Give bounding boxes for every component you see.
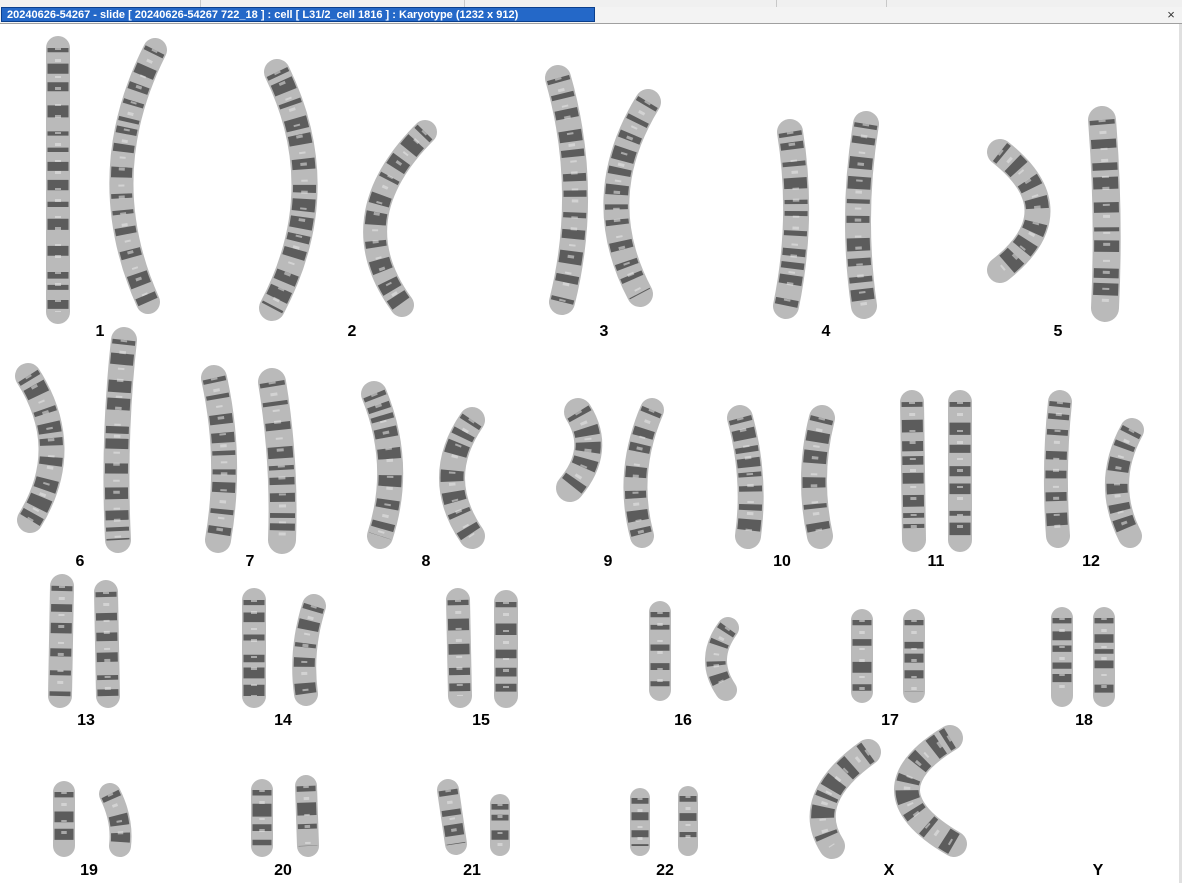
chromatid-13-2[interactable] (72, 580, 142, 708)
chromatid-9-2[interactable] (586, 398, 708, 548)
chromosome-label-14: 14 (274, 712, 292, 729)
chromatid-16-2[interactable] (672, 616, 782, 702)
chromosome-label-3: 3 (599, 323, 609, 340)
chromosome-label-5: 5 (1053, 323, 1063, 340)
chromatid-14-2[interactable] (262, 594, 358, 706)
chromosome-label-11: 11 (927, 553, 945, 570)
chromosome-label-7: 7 (245, 553, 255, 570)
chromosome-label-y: Y (1092, 862, 1104, 879)
chromosome-label-x: X (883, 862, 895, 879)
chromatid-15-2[interactable] (472, 590, 540, 708)
chromatid-18-2[interactable] (1072, 606, 1136, 708)
chromosome-label-20: 20 (274, 862, 292, 879)
chromosome-label-6: 6 (75, 553, 85, 570)
chromosome-label-8: 8 (421, 553, 431, 570)
chromosome-label-16: 16 (674, 712, 692, 729)
chromatid-5-2[interactable] (1058, 106, 1149, 322)
chromosome-label-12: 12 (1082, 553, 1100, 570)
chromatid-6-2[interactable] (74, 327, 168, 553)
chromosome-label-22: 22 (656, 862, 674, 879)
close-icon[interactable]: × (1164, 8, 1178, 21)
chromosome-label-19: 19 (80, 862, 98, 879)
chromosome-label-13: 13 (77, 712, 95, 729)
toolbar-separator (886, 0, 887, 7)
document-title-tab[interactable]: 20240626-54267 - slide [ 20240626-54267 … (1, 7, 595, 22)
chromosome-label-9: 9 (603, 553, 613, 570)
chromatid-3-2[interactable] (549, 89, 739, 307)
chromosome-label-21: 21 (463, 862, 481, 879)
karyotype-canvas: 1 2 3 4 5 6 7 8 9 10 11 12 13 14 15 16 17 18 19 20 21 22 X Y (0, 24, 1178, 883)
chromosome-label-4: 4 (821, 323, 831, 340)
document-titlebar: 20240626-54267 - slide [ 20240626-54267 … (0, 7, 1182, 24)
chromatid-20-2[interactable] (274, 774, 340, 858)
chromatid-x-2[interactable] (824, 725, 1080, 857)
chromosome-label-2: 2 (347, 323, 357, 340)
toolbar-separator (776, 0, 777, 7)
chromatid-12-2[interactable] (1068, 418, 1182, 548)
toolbar-separator (200, 0, 201, 7)
chromosome-label-10: 10 (773, 553, 791, 570)
chromatid-21-2[interactable] (470, 792, 530, 858)
toolbar-separator (464, 0, 465, 7)
chromatid-19-2[interactable] (70, 782, 160, 858)
chromatid-22-2[interactable] (658, 784, 718, 858)
chromatid-11-2[interactable] (926, 390, 994, 552)
chromatid-17-2[interactable] (882, 608, 946, 704)
chromosome-label-15: 15 (472, 712, 490, 729)
chromatid-10-2[interactable] (770, 405, 872, 549)
